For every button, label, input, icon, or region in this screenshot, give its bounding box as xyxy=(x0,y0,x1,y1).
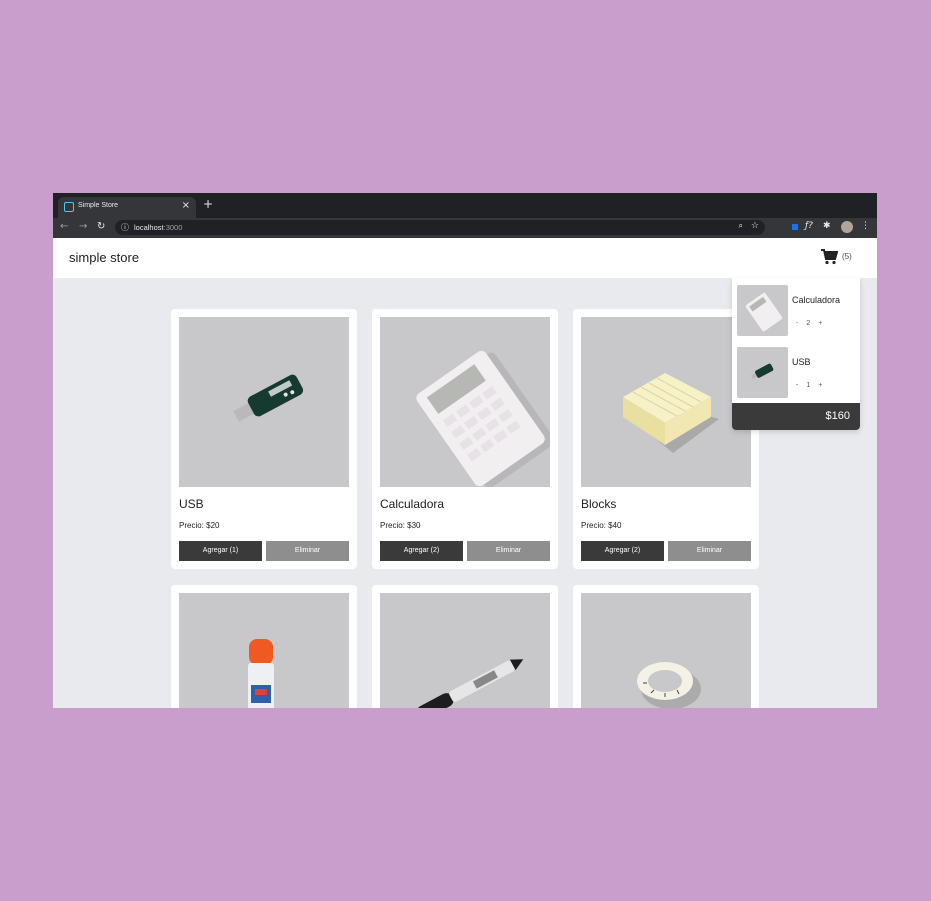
product-name: USB xyxy=(179,497,204,511)
product-name: Calculadora xyxy=(380,497,445,511)
quantity-stepper: - 1 + xyxy=(796,382,830,389)
reload-icon[interactable]: ↻ xyxy=(97,221,105,232)
decrement-button[interactable]: - xyxy=(796,382,798,389)
decrement-button[interactable]: - xyxy=(796,320,798,327)
product-name: Blocks xyxy=(581,497,617,511)
remove-button[interactable]: Eliminar xyxy=(266,541,349,561)
product-image-usb xyxy=(179,317,349,487)
product-card xyxy=(171,585,357,708)
tab-title: Simple Store xyxy=(78,202,119,209)
add-to-cart-button[interactable]: Agregar (2) xyxy=(380,541,463,561)
product-image-calculadora xyxy=(380,317,550,487)
address-bar: ← → ↻ ⓘ localhost:3000 ⌕ ☆ ƒ? ✱ ⋮ xyxy=(53,218,877,238)
cart-item-thumb-usb xyxy=(737,347,788,398)
increment-button[interactable]: + xyxy=(818,382,822,389)
add-to-cart-button[interactable]: Agregar (1) xyxy=(179,541,262,561)
quantity-stepper: - 2 + xyxy=(796,320,830,327)
browser-tab[interactable]: Simple Store × xyxy=(58,197,196,218)
extension-f-icon[interactable]: ƒ? xyxy=(805,221,813,231)
cart-total: $160 xyxy=(825,410,850,422)
product-card xyxy=(573,585,759,708)
product-image-marker xyxy=(380,593,550,708)
store-brand: simple store xyxy=(69,250,140,265)
extensions-puzzle-icon[interactable]: ✱ xyxy=(823,221,831,231)
cart-item-name: Calculadora xyxy=(792,295,841,305)
tab-bar: Simple Store × + xyxy=(53,193,877,218)
product-card xyxy=(372,585,558,708)
cart-icon[interactable] xyxy=(820,249,839,269)
cart-item: Calculadora - 2 + xyxy=(732,278,860,340)
back-arrow-icon[interactable]: ← xyxy=(60,221,68,232)
remove-button[interactable]: Eliminar xyxy=(668,541,751,561)
new-tab-button[interactable]: + xyxy=(203,197,213,211)
tab-close-icon[interactable]: × xyxy=(182,200,190,211)
product-image-glue-stick xyxy=(179,593,349,708)
product-image-tape-measure xyxy=(581,593,751,708)
store-page: simple store (5) USB Precio: $20 Agregar… xyxy=(53,238,877,708)
kebab-menu-icon[interactable]: ⋮ xyxy=(861,221,870,231)
product-card: Calculadora Precio: $30 Agregar (2) Elim… xyxy=(372,309,558,569)
cart-dropdown: Calculadora - 2 + USB - 1 + $160 xyxy=(732,278,860,430)
forward-arrow-icon[interactable]: → xyxy=(79,221,87,232)
cart-total-bar: $160 xyxy=(732,403,860,430)
zoom-icon[interactable]: ⌕ xyxy=(739,221,743,231)
extension-react-icon[interactable] xyxy=(789,221,799,234)
increment-button[interactable]: + xyxy=(818,320,822,327)
bookmark-star-icon[interactable]: ☆ xyxy=(751,221,759,231)
product-card: USB Precio: $20 Agregar (1) Eliminar xyxy=(171,309,357,569)
cart-count[interactable]: (5) xyxy=(842,252,852,261)
cart-item: USB - 1 + xyxy=(732,340,860,402)
site-info-icon[interactable]: ⓘ xyxy=(121,222,129,233)
store-header: simple store (5) xyxy=(53,238,877,278)
product-price: Precio: $30 xyxy=(380,521,421,530)
browser-window: Simple Store × + ← → ↻ ⓘ localhost:3000 … xyxy=(53,193,877,708)
quantity-value: 1 xyxy=(806,382,811,389)
product-price: Precio: $20 xyxy=(179,521,220,530)
quantity-value: 2 xyxy=(806,320,811,327)
remove-button[interactable]: Eliminar xyxy=(467,541,550,561)
cart-item-thumb-calculadora xyxy=(737,285,788,336)
profile-avatar[interactable] xyxy=(841,221,853,233)
react-favicon-icon xyxy=(64,202,74,212)
product-image-blocks xyxy=(581,317,751,487)
cart-item-name: USB xyxy=(792,357,811,367)
url-text: localhost:3000 xyxy=(134,223,183,232)
url-field[interactable]: ⓘ localhost:3000 ⌕ ☆ xyxy=(115,220,765,235)
add-to-cart-button[interactable]: Agregar (2) xyxy=(581,541,664,561)
product-price: Precio: $40 xyxy=(581,521,622,530)
